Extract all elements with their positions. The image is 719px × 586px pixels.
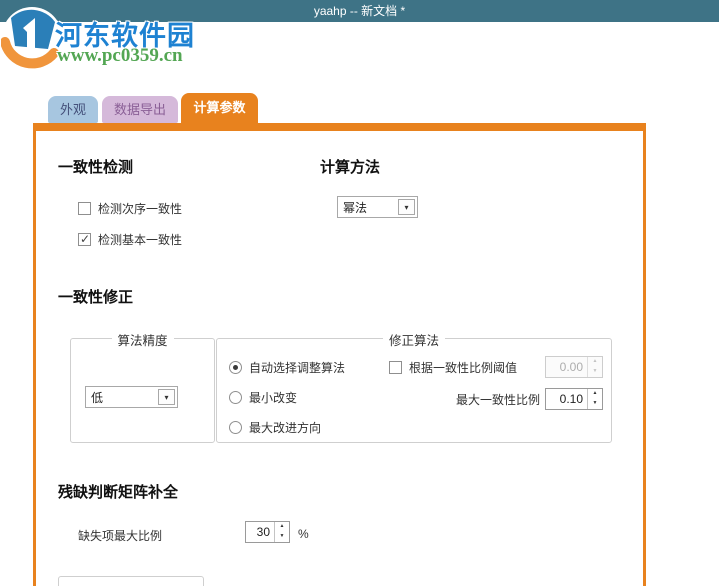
correction-algorithm-groupbox-legend: 修正算法 bbox=[382, 330, 446, 349]
checkbox-basic-consistency[interactable]: 检测基本一致性 bbox=[78, 232, 183, 247]
spinner-value: 0.00 bbox=[559, 360, 583, 374]
section-title-consistency-check: 一致性检测 bbox=[58, 159, 134, 176]
checkbox-box[interactable] bbox=[78, 201, 91, 215]
spinner-down-icon[interactable]: ▼ bbox=[275, 532, 289, 542]
max-ratio-label: 最大一致性比例 bbox=[455, 393, 540, 407]
checkbox-order-consistency[interactable]: 检测次序一致性 bbox=[78, 201, 183, 216]
checkbox-box[interactable] bbox=[389, 360, 402, 374]
radio-max-improve-direction[interactable]: 最大改进方向 bbox=[229, 420, 322, 435]
checkbox-label: 检测次序一致性 bbox=[98, 201, 183, 216]
dropdown-arrow-icon[interactable]: ▾ bbox=[158, 389, 175, 405]
radio-label: 最小改变 bbox=[249, 390, 298, 405]
clipped-bottom-groupbox bbox=[58, 576, 204, 586]
missing-ratio-spinner[interactable]: 30 ▲ ▼ bbox=[245, 521, 290, 543]
radio-circle[interactable] bbox=[229, 390, 242, 404]
radio-circle[interactable] bbox=[229, 420, 242, 434]
spinner-value[interactable]: 0.10 bbox=[546, 389, 587, 409]
dropdown-arrow-icon[interactable]: ▾ bbox=[398, 199, 415, 215]
section-title-matrix-completion: 残缺判断矩阵补全 bbox=[58, 484, 179, 501]
section-title-consistency-correction: 一致性修正 bbox=[58, 289, 134, 306]
precision-dropdown[interactable]: 低 ▾ bbox=[85, 386, 178, 408]
missing-ratio-label: 缺失项最大比例 bbox=[78, 529, 163, 543]
checkbox-ratio-threshold[interactable]: 根据一致性比例阈值 bbox=[389, 360, 518, 375]
section-title-calc-method: 计算方法 bbox=[320, 159, 381, 176]
threshold-spinner: 0.00 ▲ ▼ bbox=[545, 356, 603, 378]
watermark-logo: 河东软件园 www.pc0359.cn bbox=[0, 0, 210, 72]
max-ratio-spinner[interactable]: 0.10 ▲ ▼ bbox=[545, 388, 603, 410]
tab-appearance[interactable]: 外观 bbox=[48, 96, 98, 123]
tab-data-export[interactable]: 数据导出 bbox=[102, 96, 178, 123]
dropdown-value: 幂法 bbox=[343, 200, 368, 215]
spinner-down-icon[interactable]: ▼ bbox=[588, 399, 602, 409]
settings-window: yaahp -- 新文档 * 河东软件园 www.pc0359.cn 外观 数据… bbox=[0, 0, 719, 586]
radio-circle[interactable] bbox=[229, 360, 242, 374]
radio-min-change[interactable]: 最小改变 bbox=[229, 390, 298, 405]
precision-groupbox-legend: 算法精度 bbox=[111, 330, 174, 349]
calc-method-dropdown[interactable]: 幂法 ▾ bbox=[337, 196, 418, 218]
window-title: yaahp -- 新文档 * bbox=[313, 4, 406, 18]
missing-ratio-unit: % bbox=[298, 527, 309, 541]
watermark-site-url: www.pc0359.cn bbox=[57, 45, 183, 66]
site-logo-icon bbox=[1, 7, 62, 69]
checkbox-label: 检测基本一致性 bbox=[98, 232, 183, 247]
spinner-up-icon[interactable]: ▲ bbox=[588, 389, 602, 399]
spinner-down-icon: ▼ bbox=[592, 368, 598, 374]
checkbox-box[interactable] bbox=[78, 232, 91, 246]
spinner-value[interactable]: 30 bbox=[246, 522, 274, 542]
radio-label: 最大改进方向 bbox=[249, 420, 322, 435]
radio-auto-select-algorithm[interactable]: 自动选择调整算法 bbox=[229, 360, 346, 375]
spinner-up-icon[interactable]: ▲ bbox=[275, 522, 289, 532]
dropdown-value: 低 bbox=[91, 390, 104, 405]
tab-calc-params[interactable]: 计算参数 bbox=[181, 93, 258, 131]
radio-label: 自动选择调整算法 bbox=[249, 360, 346, 375]
checkbox-label: 根据一致性比例阈值 bbox=[409, 360, 518, 375]
spinner-up-icon: ▲ bbox=[592, 358, 598, 364]
